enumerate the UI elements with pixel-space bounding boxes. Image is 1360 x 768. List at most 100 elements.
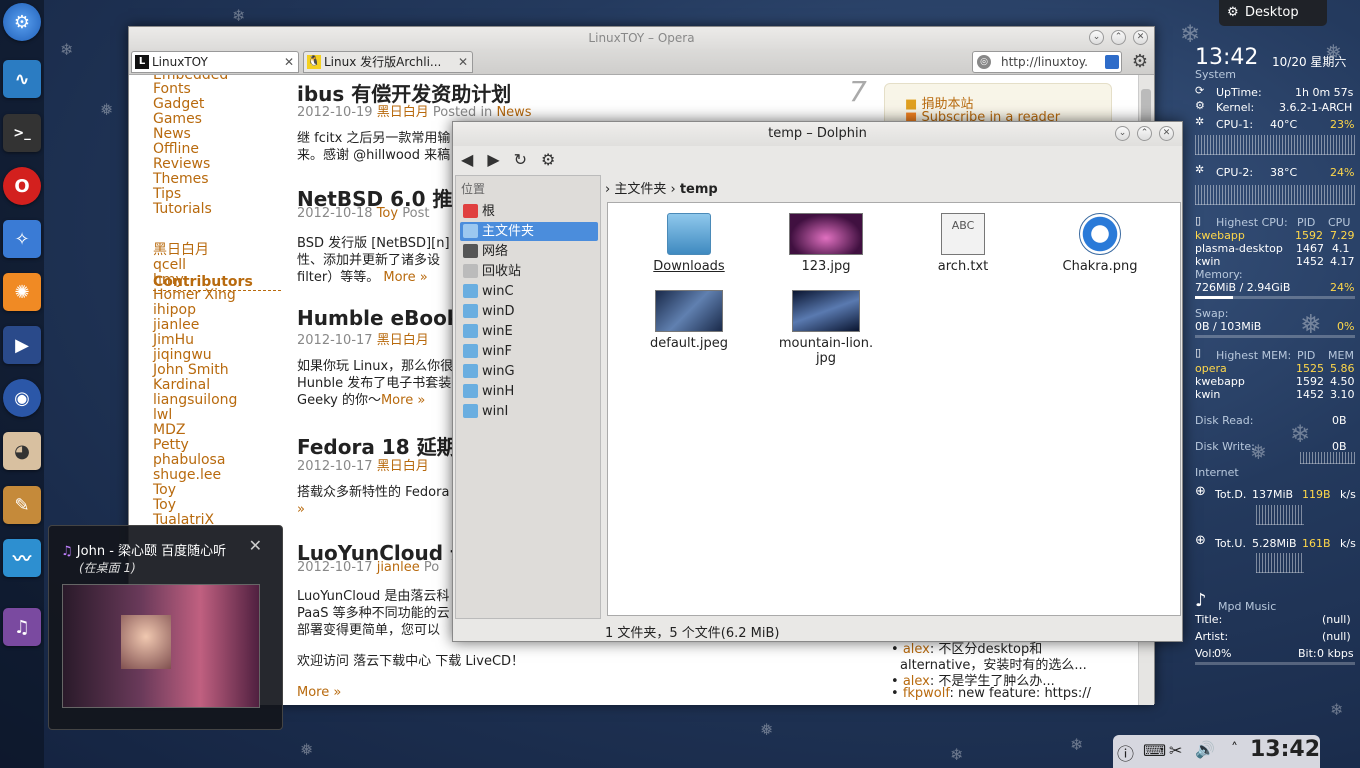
contributor-link[interactable]: MDZ [153,423,185,438]
terminal-icon[interactable]: >_ [3,114,41,152]
address-bar[interactable]: ◎ http://linuxtoy. [972,51,1122,73]
post-title[interactable]: Humble eBook [297,306,460,330]
settings-gear-icon[interactable]: ⚙ [1132,51,1148,72]
mpd-bit-value: 0 kbps [1317,647,1354,660]
place-home[interactable]: 主文件夹 [460,222,598,241]
paint-icon[interactable]: ✎ [3,486,41,524]
headphones-icon[interactable]: ♫ [3,608,41,646]
contributor-link[interactable]: hmy [153,273,184,288]
contributor-link[interactable]: JimHu [153,333,194,348]
swap-value: 0B / 103MiB [1195,320,1262,333]
place-network[interactable]: 网络 [460,242,598,261]
contributor-link[interactable]: John Smith [153,363,229,378]
download-icon: ⊕ [1195,484,1206,499]
contributor-link[interactable]: shuge.lee [153,468,221,483]
comment-item[interactable]: • fkpwolf: new feature: https:// [891,686,1091,701]
minimize-button[interactable]: ⌄ [1089,30,1104,45]
task-preview-popup[interactable]: ♫ John - 梁心颐 百度随心听 (在桌面 1) ✕ [48,525,283,730]
mpd-artist-label: Artist: [1195,630,1229,643]
contributor-link[interactable]: jiqingwu [153,348,212,363]
category-link[interactable]: Tutorials [153,202,212,217]
maximize-button[interactable]: ⌃ [1111,30,1126,45]
place-wing[interactable]: winG [460,362,598,381]
category-link[interactable]: Reviews [153,157,210,172]
minimize-button[interactable]: ⌄ [1115,126,1130,141]
category-link[interactable]: Gadget [153,97,204,112]
contributor-link[interactable]: Homer Xing [153,288,236,303]
contributor-link[interactable]: phabulosa [153,453,225,468]
contributor-link[interactable]: Petty [153,438,189,453]
tray-clock[interactable]: 13:42 [1250,737,1320,762]
place-winh[interactable]: winH [460,382,598,401]
video-player-icon[interactable]: ▶ [3,326,41,364]
info-icon[interactable]: ⓘ [1117,740,1134,765]
category-link[interactable]: News [153,127,191,142]
media-burner-icon[interactable]: ◉ [3,379,41,417]
reload-icon[interactable]: ↻ [514,150,541,169]
breadcrumb-current[interactable]: temp [680,182,718,197]
comment-count[interactable]: 7 [849,75,867,108]
place-winf[interactable]: winF [460,342,598,361]
file-item[interactable]: 123.jpg [771,213,881,274]
opera-icon[interactable]: O [3,167,41,205]
maximize-button[interactable]: ⌃ [1137,126,1152,141]
mpd-progress-bar[interactable] [1195,662,1355,665]
desktop-button[interactable]: ⚙ Desktop [1219,0,1327,26]
scissors-icon[interactable]: ✂ [1169,741,1182,760]
place-winc[interactable]: winC [460,282,598,301]
process-mem: 5.86 [1330,362,1355,375]
eye-icon[interactable]: ◕ [3,432,41,470]
settings-gear-icon[interactable]: ⚙ [541,150,569,169]
forward-arrow-icon[interactable]: ▶ [487,150,513,169]
snowflake: ❄ [1070,735,1084,754]
file-item[interactable]: mountain-lion. jpg [771,290,881,366]
category-link[interactable]: Themes [153,172,209,187]
category-link[interactable]: Games [153,112,202,127]
place-wine[interactable]: winE [460,322,598,341]
section-mpd: Mpd Music [1218,600,1277,613]
contributor-link[interactable]: Toy [153,483,176,498]
file-item[interactable]: default.jpeg [634,290,744,351]
tab-linuxtoy[interactable]: L LinuxTOY ✕ [131,51,299,73]
contributor-link[interactable]: Kardinal [153,378,210,393]
system-monitor-icon[interactable]: ∿ [3,60,41,98]
place-wini[interactable]: winI [460,402,598,421]
close-button[interactable]: ✕ [1133,30,1148,45]
back-arrow-icon[interactable]: ◀ [461,150,487,169]
contributor-link[interactable]: jianlee [153,318,199,333]
breadcrumb-home[interactable]: 主文件夹 [614,182,666,197]
file-item[interactable]: Chakra.png [1045,213,1155,274]
contributor-link[interactable]: qcell [153,258,186,273]
gallery-icon[interactable]: ✺ [3,273,41,311]
close-preview-icon[interactable]: ✕ [249,536,262,555]
close-tab-icon[interactable]: ✕ [458,52,468,72]
category-link[interactable]: Offline [153,142,199,157]
file-item[interactable]: ABC arch.txt [908,213,1018,274]
file-item[interactable]: Downloads [634,213,744,274]
compass-icon[interactable]: ✧ [3,220,41,258]
place-wind[interactable]: winD [460,302,598,321]
image-thumbnail [789,213,863,255]
contributor-link[interactable]: 黑日白月 [153,243,209,258]
chevron-up-icon[interactable]: ˄ [1231,741,1238,757]
contributor-link[interactable]: lwl [153,408,172,423]
rss-icon[interactable] [1105,55,1119,69]
post-more[interactable]: More » [297,684,341,701]
place-root[interactable]: 根 [460,202,598,221]
close-tab-icon[interactable]: ✕ [284,52,294,72]
keyboard-icon[interactable]: ⌨ [1143,741,1166,760]
activity-monitor-icon[interactable]: 〰 [3,539,41,577]
category-link[interactable]: Tips [153,187,181,202]
volume-icon[interactable]: 🔊 [1195,740,1215,759]
category-link[interactable]: Fonts [153,82,191,97]
close-button[interactable]: ✕ [1159,126,1174,141]
site-info-icon[interactable]: ◎ [977,55,991,69]
contributor-link[interactable]: Toy [153,498,176,513]
tab-archlinux[interactable]: 🐧 Linux 发行版Archli... ✕ [303,51,473,73]
window-thumbnail[interactable] [62,584,260,708]
tab-label: LinuxTOY [152,55,208,69]
contributor-link[interactable]: liangsuilong [153,393,237,408]
contributor-link[interactable]: ihipop [153,303,196,318]
chakra-menu-icon[interactable]: ⚙ [3,3,41,41]
place-trash[interactable]: 回收站 [460,262,598,281]
